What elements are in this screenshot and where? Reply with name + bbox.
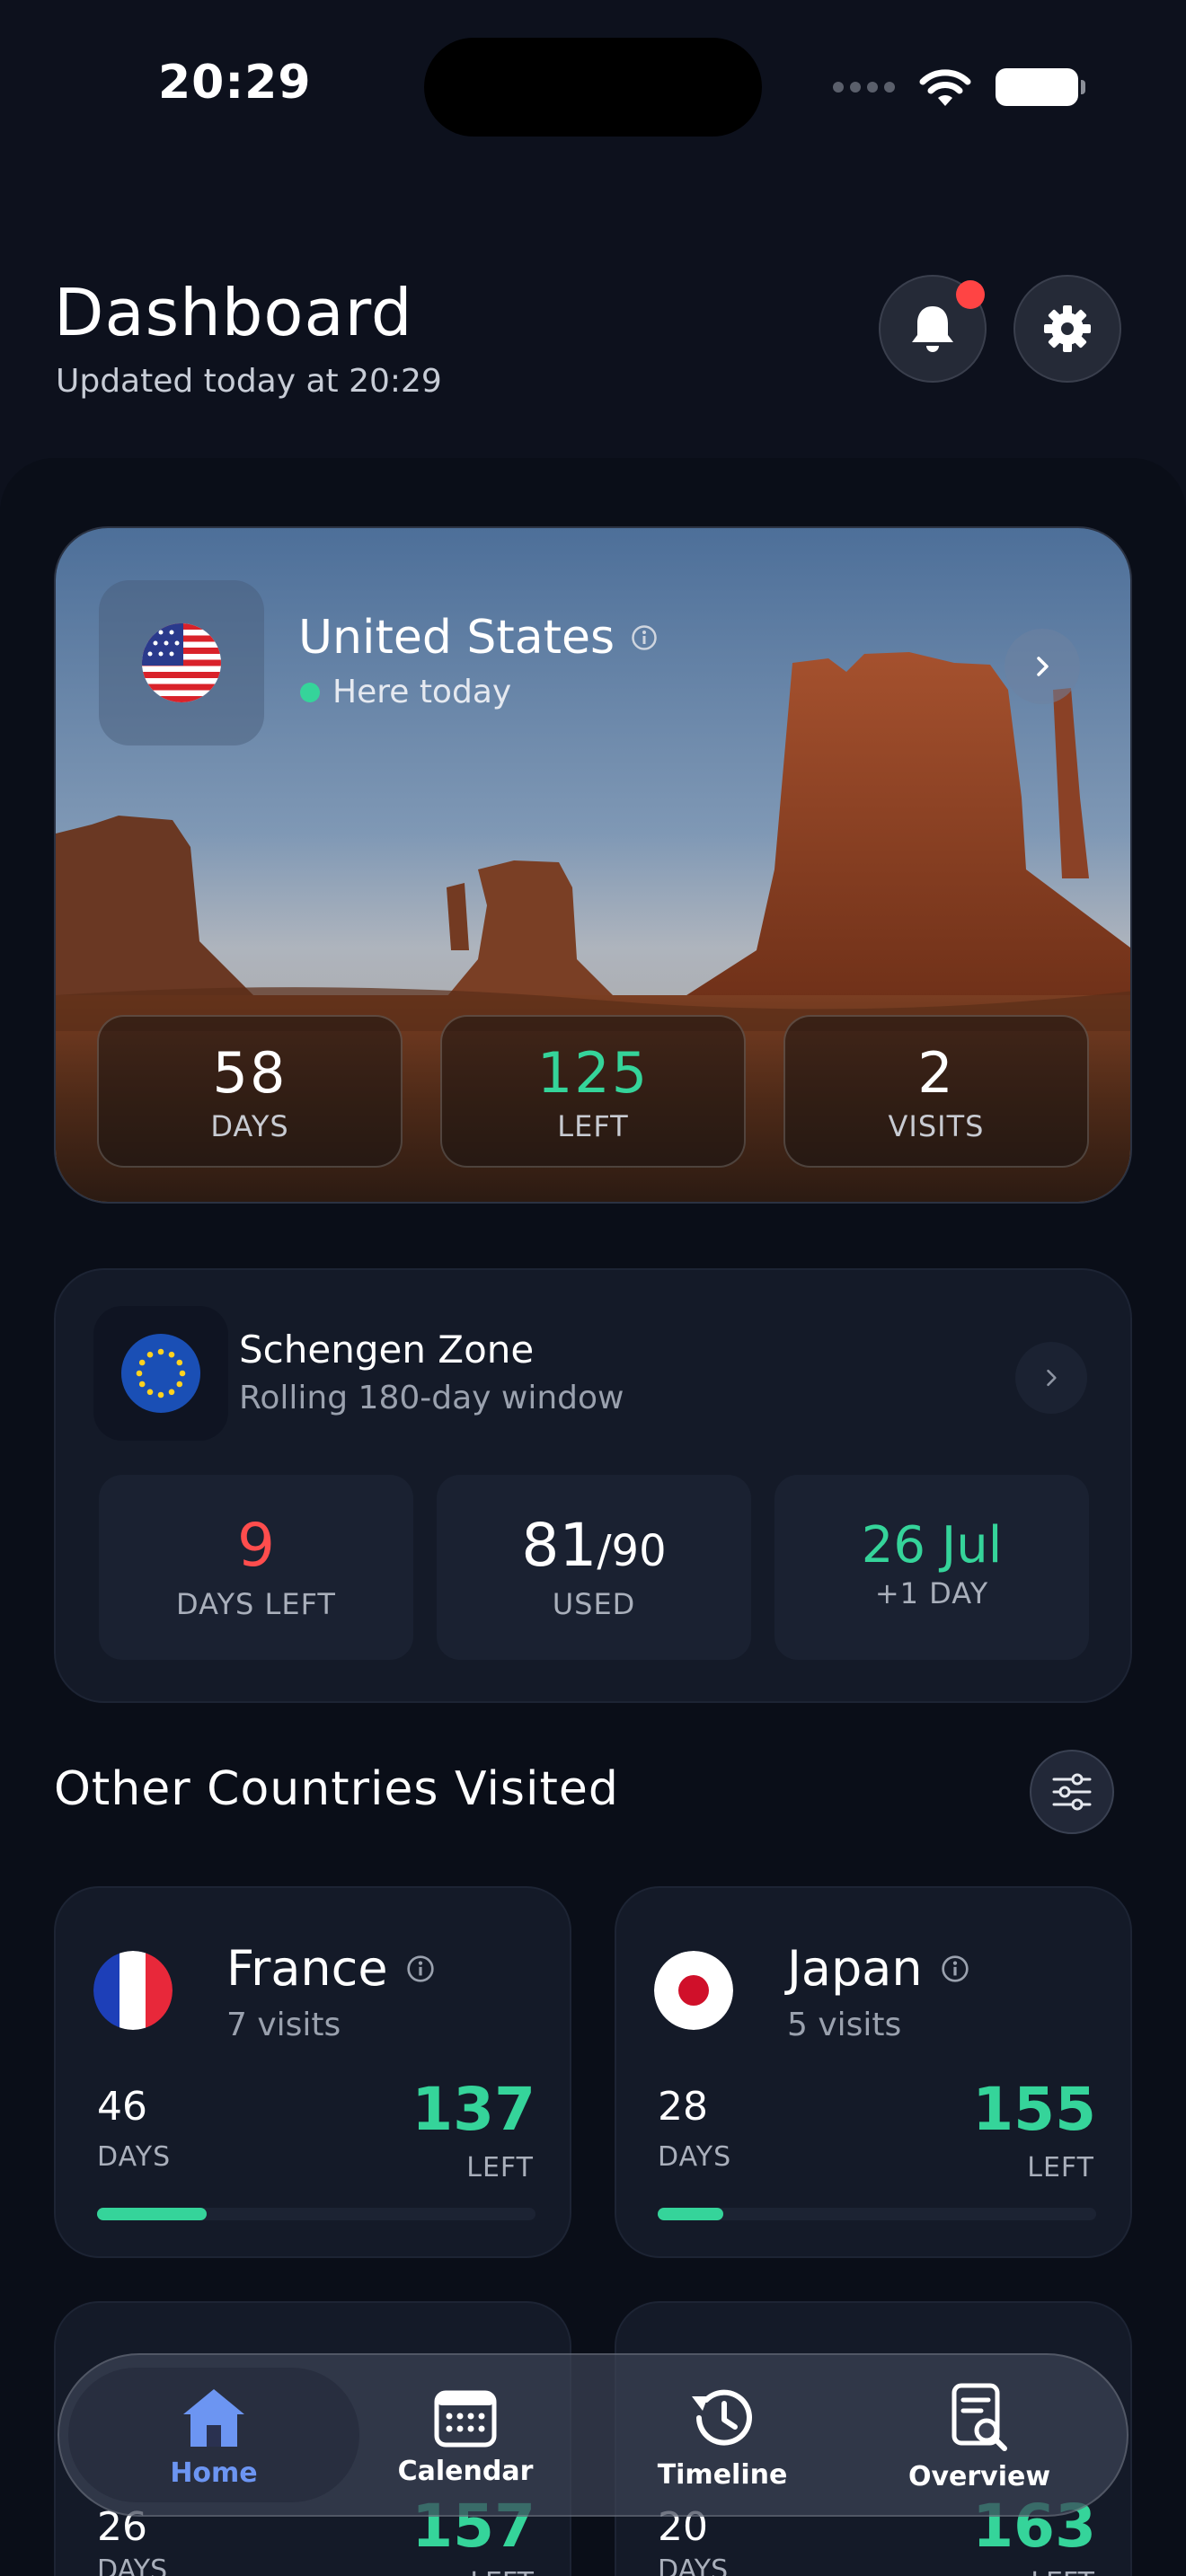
left-label: LEFT — [1027, 2152, 1094, 2183]
tab-timeline[interactable]: Timeline — [597, 2355, 848, 2519]
wifi-icon — [919, 69, 971, 106]
france-flag-icon — [93, 1951, 173, 2030]
hero-detail-button[interactable] — [1005, 629, 1080, 704]
home-icon — [183, 2388, 244, 2447]
progress-fill — [658, 2208, 724, 2220]
status-indicators — [833, 66, 1085, 108]
schengen-days-left: 9 DAYS LEFT — [99, 1475, 413, 1660]
sliders-icon — [1052, 1773, 1092, 1811]
stat-label: LEFT — [557, 1109, 629, 1143]
tab-overview[interactable]: Overview — [854, 2355, 1105, 2519]
info-icon[interactable] — [941, 1954, 969, 1983]
usage-progress-bar — [97, 2208, 535, 2220]
days-label: DAYS — [97, 2141, 172, 2173]
info-icon[interactable] — [631, 624, 658, 651]
chevron-right-icon — [1037, 657, 1049, 676]
tab-bar: Home Calendar Timeline Overview — [58, 2353, 1128, 2517]
visit-count: 7 visits — [226, 2007, 341, 2043]
settings-button[interactable] — [1013, 275, 1121, 383]
dynamic-island — [424, 38, 762, 137]
left-label: LEFT — [466, 2152, 534, 2183]
country-label: United States — [298, 611, 615, 665]
schengen-used: 81/90 USED — [437, 1475, 751, 1660]
tab-label: Timeline — [657, 2458, 788, 2491]
stat-label: DAYS — [210, 1109, 289, 1143]
status-time: 20:29 — [158, 56, 312, 110]
calendar-icon — [434, 2390, 497, 2447]
page-title: Dashboard — [54, 275, 413, 350]
left-value: 155 — [972, 2075, 1096, 2144]
notifications-button[interactable] — [879, 275, 987, 383]
schengen-title: Schengen Zone — [239, 1328, 535, 1372]
info-icon[interactable] — [406, 1954, 435, 1983]
hero-stat-visits: 2 VISITS — [783, 1015, 1089, 1168]
left-label: LEFT — [470, 2567, 534, 2576]
country-card-france[interactable]: France 7 visits 46 DAYS 137 LEFT — [54, 1886, 571, 2258]
flag-container — [93, 1306, 228, 1441]
country-name: Japan — [787, 1940, 969, 1997]
gear-icon — [1044, 305, 1091, 352]
tab-calendar[interactable]: Calendar — [340, 2355, 591, 2519]
section-title: Other Countries Visited — [54, 1762, 619, 1816]
stat-label: DAYS LEFT — [176, 1587, 336, 1621]
stat-value: 26 Jul — [861, 1516, 1003, 1575]
schengen-detail-button[interactable] — [1015, 1342, 1087, 1414]
updated-subtitle: Updated today at 20:29 — [56, 363, 442, 400]
us-flag-icon — [142, 623, 221, 702]
stat-value: 2 — [917, 1040, 955, 1106]
stat-label: USED — [552, 1587, 636, 1621]
left-label: LEFT — [1031, 2567, 1094, 2576]
dashboard-screen: 20:29 Dashboard Updated today at 20:29 U… — [0, 0, 1186, 2576]
country-name: France — [226, 1940, 435, 1997]
days-label: DAYS — [97, 2554, 168, 2576]
bell-icon — [912, 306, 953, 352]
country-label: Japan — [787, 1940, 923, 1997]
country-label: France — [226, 1940, 388, 1997]
tab-label: Home — [170, 2457, 258, 2489]
days-value: 28 — [658, 2084, 708, 2130]
battery-icon — [996, 68, 1085, 106]
schengen-card[interactable]: Schengen Zone Rolling 180-day window 9 D… — [54, 1268, 1132, 1703]
days-value: 46 — [97, 2084, 147, 2130]
visit-count: 5 visits — [787, 2007, 902, 2043]
hero-stat-left: 125 LEFT — [440, 1015, 746, 1168]
days-label: DAYS — [658, 2554, 729, 2576]
hero-stat-days: 58 DAYS — [97, 1015, 403, 1168]
chevron-right-icon — [1047, 1369, 1057, 1387]
notification-badge — [956, 280, 985, 309]
days-label: DAYS — [658, 2141, 732, 2173]
status-text: Here today — [332, 674, 512, 710]
schengen-subtitle: Rolling 180-day window — [239, 1380, 624, 1416]
document-search-icon — [951, 2383, 1007, 2451]
hero-country-name: United States — [298, 611, 658, 665]
eu-flag-icon — [121, 1334, 200, 1413]
tab-label: Calendar — [397, 2455, 534, 2487]
schengen-reset-date: 26 Jul +1 DAY — [774, 1475, 1089, 1660]
tab-home[interactable]: Home — [88, 2355, 340, 2519]
filter-button[interactable] — [1030, 1750, 1114, 1834]
left-value: 137 — [412, 2075, 535, 2144]
used-value: 81 — [521, 1511, 597, 1580]
stat-value: 9 — [237, 1511, 275, 1580]
japan-flag-icon — [654, 1951, 733, 2030]
progress-fill — [97, 2208, 207, 2220]
history-icon — [692, 2389, 752, 2446]
used-limit: /90 — [597, 1526, 667, 1576]
stat-value: 125 — [536, 1040, 650, 1106]
status-dot — [300, 682, 320, 702]
country-card-japan[interactable]: Japan 5 visits 28 DAYS 155 LEFT — [615, 1886, 1132, 2258]
flag-container — [99, 580, 264, 745]
stat-value: 81/90 — [437, 1511, 751, 1580]
presence-status: Here today — [300, 674, 511, 710]
usage-progress-bar — [658, 2208, 1096, 2220]
signal-icon — [833, 82, 895, 93]
tab-label: Overview — [907, 2460, 1051, 2492]
stat-value: 58 — [212, 1040, 288, 1106]
stat-label: VISITS — [888, 1109, 985, 1143]
current-country-card[interactable]: United States Here today 58 DAYS 125 LEF… — [54, 526, 1132, 1204]
stat-label: +1 DAY — [874, 1576, 989, 1610]
